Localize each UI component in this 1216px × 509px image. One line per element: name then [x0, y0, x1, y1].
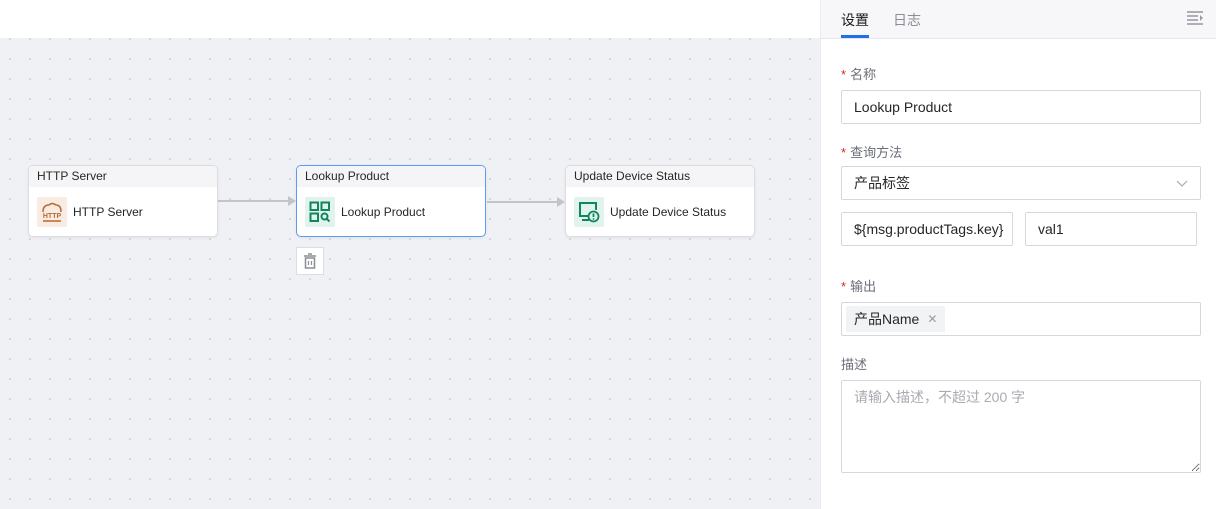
chevron-down-icon — [1176, 180, 1188, 187]
query-method-select[interactable]: 产品标签 — [841, 166, 1201, 200]
query-method-label-text: 查询方法 — [850, 145, 903, 160]
app-root: HTTP Server HTTP HTTP Server Lookup Prod… — [0, 0, 1216, 509]
node-lookup-product[interactable]: Lookup Product Lookup Product — [296, 165, 486, 237]
tab-settings[interactable]: 设置 — [841, 10, 869, 30]
name-label-text: 名称 — [850, 67, 877, 82]
delete-node-button[interactable] — [296, 247, 324, 275]
query-method-label: * 查询方法 — [841, 142, 902, 161]
required-mark: * — [841, 67, 847, 82]
tag-value-input[interactable]: val1 — [1025, 212, 1197, 246]
output-tag: 产品Name ✕ — [846, 306, 946, 332]
panel-tabs: 设置 日志 — [821, 0, 1216, 39]
node-title: Update Device Status — [566, 166, 754, 187]
required-mark: * — [841, 145, 847, 160]
output-tag-label: 产品Name — [854, 311, 920, 327]
node-label: Lookup Product — [341, 205, 426, 219]
edge-arrowhead — [288, 196, 296, 206]
svg-text:HTTP: HTTP — [43, 213, 62, 220]
tag-key-input[interactable]: ${msg.productTags.key} — [841, 212, 1013, 246]
canvas-toolbar — [0, 0, 820, 38]
flow-canvas[interactable] — [0, 38, 820, 509]
close-icon[interactable]: ✕ — [927, 306, 937, 332]
required-mark: * — [841, 279, 847, 294]
http-server-icon: HTTP — [37, 197, 67, 227]
name-input[interactable]: Lookup Product — [841, 90, 1201, 124]
description-label: 描述 — [841, 357, 868, 372]
update-device-status-icon — [574, 197, 604, 227]
output-multiselect[interactable]: 产品Name ✕ — [841, 302, 1201, 336]
properties-panel: 设置 日志 * 名称 Lookup Product * 查询方法 产品标签 ${… — [820, 0, 1216, 509]
node-title: HTTP Server — [29, 166, 217, 187]
name-label: * 名称 — [841, 64, 876, 83]
node-http-server[interactable]: HTTP Server HTTP HTTP Server — [28, 165, 218, 237]
output-label-text: 输出 — [850, 279, 877, 294]
edge-http-to-lookup[interactable] — [218, 200, 290, 202]
output-label: * 输出 — [841, 276, 876, 295]
node-title: Lookup Product — [297, 166, 485, 187]
edge-lookup-to-update[interactable] — [487, 201, 559, 203]
trash-icon — [304, 253, 316, 269]
collapse-menu-icon[interactable] — [1186, 10, 1204, 26]
tab-logs[interactable]: 日志 — [893, 10, 921, 30]
active-tab-indicator — [841, 35, 869, 38]
node-update-device-status[interactable]: Update Device Status Update Device Statu… — [565, 165, 755, 237]
lookup-product-icon — [305, 197, 335, 227]
node-label: Update Device Status — [610, 205, 727, 219]
edge-arrowhead — [557, 197, 565, 207]
query-method-value: 产品标签 — [854, 175, 910, 191]
description-textarea[interactable] — [841, 380, 1201, 473]
node-label: HTTP Server — [73, 205, 143, 219]
